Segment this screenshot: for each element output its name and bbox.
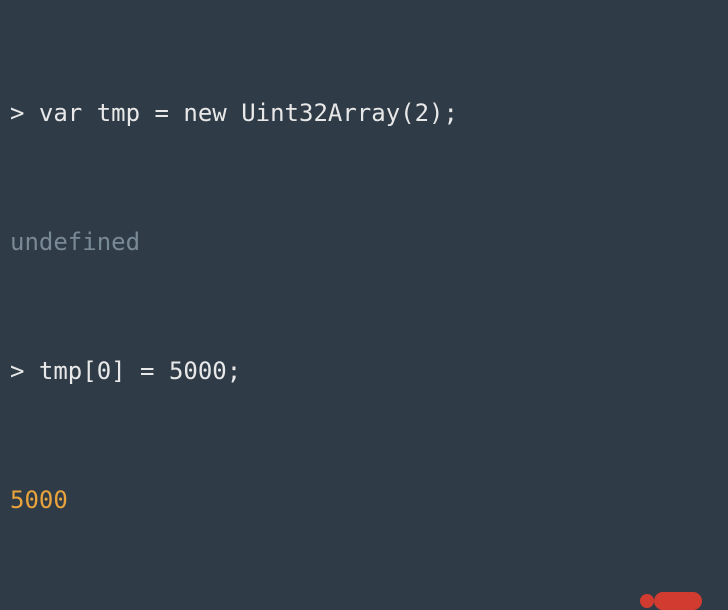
repl-prompt: > [10, 99, 39, 127]
repl-code: tmp[0] = 5000; [39, 357, 241, 385]
repl-undefined: undefined [10, 221, 718, 264]
repl-input-line: > var tmp = new Uint32Array(2); [10, 92, 718, 135]
site-watermark-badge [654, 592, 702, 610]
repl-terminal[interactable]: > var tmp = new Uint32Array(2); undefine… [0, 0, 728, 610]
repl-input-line: > tmp[0] = 5000; [10, 350, 718, 393]
repl-code: var tmp = new Uint32Array(2); [39, 99, 458, 127]
repl-number-result: 5000 [10, 479, 718, 522]
repl-prompt: > [10, 357, 39, 385]
